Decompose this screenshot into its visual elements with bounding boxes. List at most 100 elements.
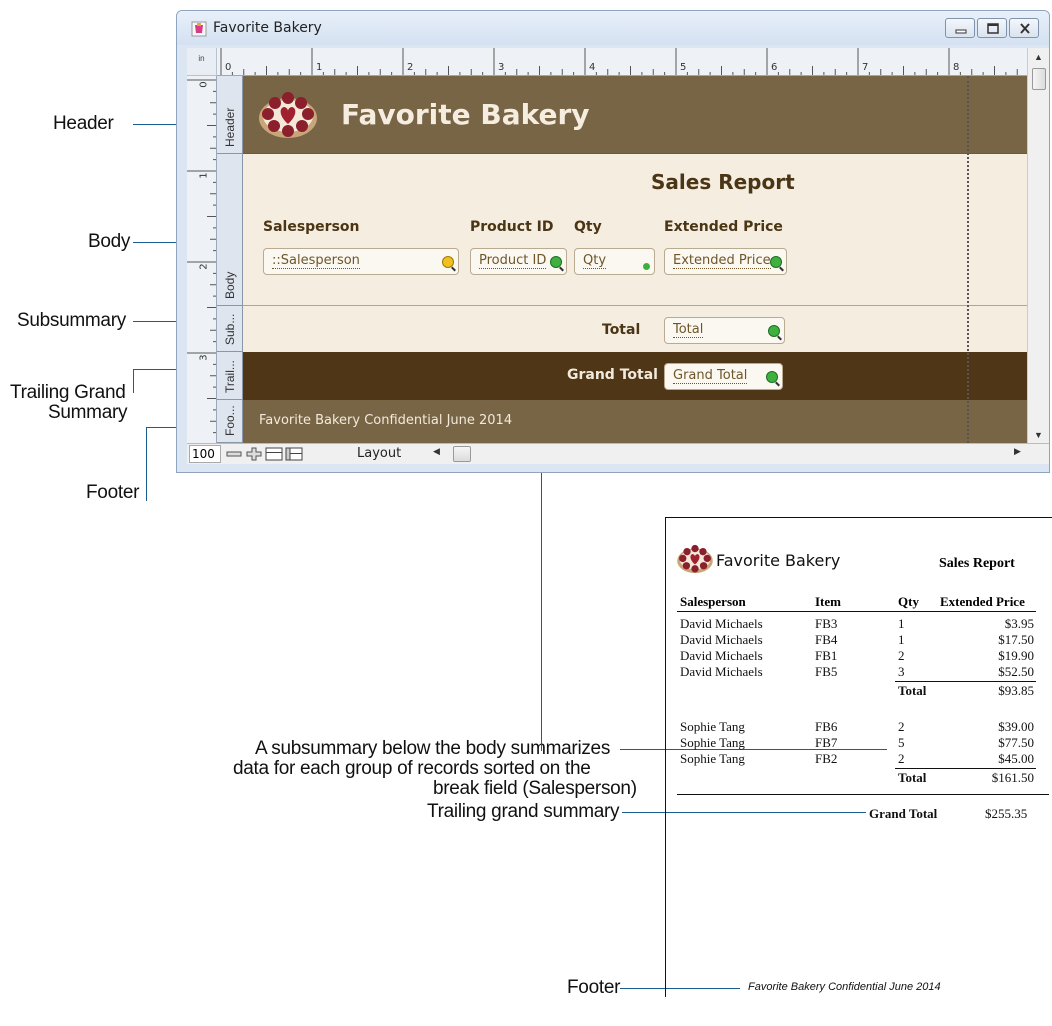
report-subtitle: Sales Report [939, 556, 1015, 571]
label-total[interactable]: Total [602, 322, 640, 338]
table-cell: $77.50 [998, 735, 1034, 750]
layout-canvas: Header Body Sub... Trail... Foo... Favor… [217, 76, 1027, 443]
callout-footer-bottom: Footer [567, 977, 621, 998]
field-product-id[interactable]: Product ID [470, 248, 567, 275]
field-salesperson[interactable]: ::Salesperson [263, 248, 459, 275]
report-group-1-total-label: Total [898, 683, 927, 698]
filemaker-app-icon [191, 21, 207, 37]
field-grand-total[interactable]: Grand Total [664, 363, 783, 390]
table-cell: 2 [898, 719, 905, 734]
ruler-num-8: 8 [953, 62, 960, 73]
field-total[interactable]: Total [664, 317, 785, 344]
table-cell: FB7 [815, 735, 838, 750]
ruler-num-3: 3 [498, 62, 505, 73]
zoom-in-icon[interactable] [245, 447, 263, 461]
header-part[interactable]: Favorite Bakery [243, 76, 1027, 154]
scroll-right-arrow-icon[interactable]: ▶ [1014, 447, 1021, 457]
footer-text[interactable]: Favorite Bakery Confidential June 2014 [259, 413, 512, 428]
window-controls [943, 18, 1039, 38]
part-tab-footer-label: Foo... [223, 405, 237, 436]
vertical-scrollbar[interactable]: ▲ ▼ [1027, 48, 1049, 443]
part-tab-trailing-label: Trail... [223, 360, 237, 393]
vertical-ruler: 0 1 2 3 [187, 76, 217, 443]
part-tab-header[interactable]: Header [217, 76, 243, 154]
maximize-button[interactable] [977, 18, 1007, 38]
report-col-extended-price: Extended Price [940, 594, 1025, 609]
toggle-view-icon[interactable] [285, 447, 303, 461]
scroll-down-arrow-icon[interactable]: ▼ [1034, 430, 1043, 440]
callout-trailing-grand-2: Summary [48, 402, 128, 423]
ruler-num-6: 6 [771, 62, 778, 73]
zoom-out-icon[interactable] [225, 447, 243, 461]
table-cell: FB1 [815, 648, 838, 663]
trailing-grand-summary-part[interactable]: Grand Total Grand Total [243, 352, 1027, 400]
ruler-num-5: 5 [680, 62, 687, 73]
search-icon [550, 256, 562, 268]
field-qty[interactable]: Qty [574, 248, 655, 275]
table-cell: FB2 [815, 751, 838, 766]
status-dot-icon [643, 263, 650, 270]
scroll-left-arrow-icon[interactable]: ◀ [433, 447, 440, 457]
table-cell: FB5 [815, 664, 838, 679]
part-tab-subsummary-label: Sub... [223, 313, 237, 345]
callout-subsummary-desc-3: break field (Salesperson) [433, 778, 637, 799]
label-grand-total[interactable]: Grand Total [567, 367, 658, 383]
report-group-2-total-label: Total [898, 770, 927, 785]
label-qty[interactable]: Qty [574, 219, 602, 235]
scroll-up-arrow-icon[interactable]: ▲ [1034, 52, 1043, 62]
table-cell: $45.00 [998, 751, 1034, 766]
horizontal-scroll-thumb[interactable] [453, 446, 471, 462]
body-part[interactable]: Sales Report Salesperson Product ID Qty … [243, 154, 1027, 306]
label-salesperson[interactable]: Salesperson [263, 219, 360, 235]
search-icon [768, 325, 780, 337]
subsummary-part[interactable]: Total Total [243, 306, 1027, 352]
field-extended-price[interactable]: Extended Price [664, 248, 787, 275]
part-tab-footer[interactable]: Foo... [217, 400, 243, 443]
footer-part[interactable]: Favorite Bakery Confidential June 2014 [243, 400, 1027, 443]
field-total-text: Total [673, 322, 704, 338]
report-group-2-total-rule [895, 768, 1036, 769]
report-footer: Favorite Bakery Confidential June 2014 [748, 981, 941, 993]
report-title-text[interactable]: Sales Report [651, 170, 795, 194]
ruler-num-0: 0 [225, 62, 232, 73]
table-cell: 1 [898, 616, 905, 631]
page-margin-guide [967, 76, 969, 443]
horizontal-ruler: 0 1 2 3 4 5 6 7 8 [217, 48, 1027, 76]
title-bar[interactable]: Favorite Bakery [177, 11, 1049, 45]
window-title: Favorite Bakery [213, 20, 322, 36]
field-salesperson-text: ::Salesperson [272, 253, 360, 269]
status-bar: 100 Layout ◀ ▶ [187, 443, 1049, 464]
table-cell: FB6 [815, 719, 838, 734]
table-cell: FB4 [815, 632, 838, 647]
part-tab-trailing[interactable]: Trail... [217, 352, 243, 400]
part-tab-body[interactable]: Body [217, 154, 243, 306]
report-grand-total-value: $255.35 [985, 806, 1028, 821]
vertical-ruler-ticks [187, 79, 216, 434]
field-product-id-text: Product ID [479, 253, 547, 269]
report-title: Favorite Bakery [716, 551, 841, 570]
vruler-num-3: 3 [198, 354, 210, 361]
callout-subsummary-desc-1: A subsummary below the body summarizes [255, 738, 611, 759]
callout-trailing-grand-summary-line [622, 812, 866, 813]
callout-subsummary-desc-hline [620, 749, 887, 750]
vruler-num-2: 2 [198, 263, 210, 270]
report-grand-rule [677, 794, 1049, 795]
callout-trailing-grand-summary: Trailing grand summary [427, 801, 620, 822]
callout-body: Body [88, 231, 131, 252]
table-cell: 3 [898, 664, 905, 679]
ruler-num-2: 2 [407, 62, 414, 73]
ruler-unit-toggle[interactable]: in [187, 48, 217, 76]
mode-popup[interactable]: Layout [357, 446, 401, 461]
scroll-thumb[interactable] [1032, 68, 1046, 90]
label-product-id[interactable]: Product ID [470, 219, 553, 235]
field-grand-total-text: Grand Total [673, 368, 748, 384]
close-button[interactable] [1009, 18, 1039, 38]
part-tab-subsummary[interactable]: Sub... [217, 306, 243, 352]
minimize-button[interactable] [945, 18, 975, 38]
bakery-logo-icon [259, 92, 317, 138]
field-qty-text: Qty [583, 253, 607, 269]
label-extended-price[interactable]: Extended Price [664, 219, 783, 235]
zoom-level[interactable]: 100 [189, 445, 221, 463]
toggle-status-toolbar-icon[interactable] [265, 447, 283, 461]
header-title[interactable]: Favorite Bakery [341, 98, 590, 131]
